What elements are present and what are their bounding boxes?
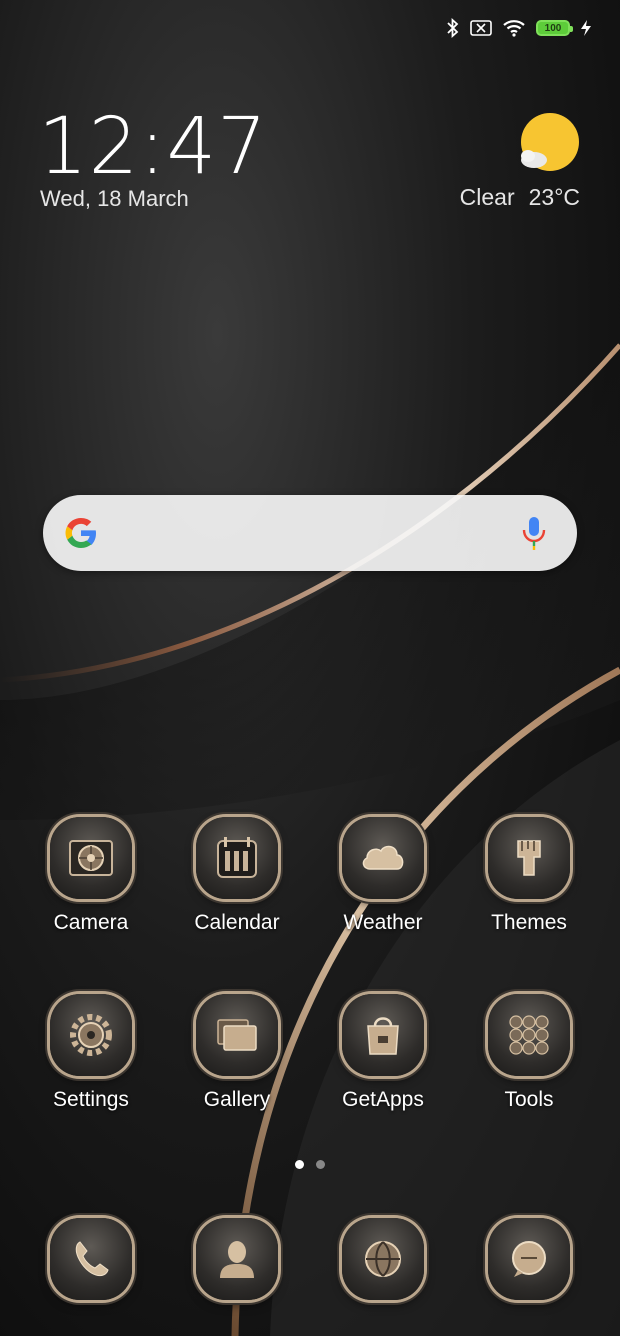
partly-cloudy-sun-icon[interactable] bbox=[518, 112, 580, 174]
dock-messaging[interactable] bbox=[469, 1218, 589, 1300]
app-label: Weather bbox=[343, 911, 423, 934]
tools-grid-icon[interactable] bbox=[488, 994, 570, 1076]
clock-time[interactable]: 12:47 bbox=[38, 102, 268, 192]
weather-summary[interactable]: Clear 23°C bbox=[460, 184, 580, 211]
browser-globe-icon[interactable] bbox=[342, 1218, 424, 1300]
camera-icon[interactable] bbox=[50, 817, 132, 899]
app-settings[interactable]: Settings bbox=[31, 994, 151, 1112]
shopping-bag-icon[interactable] bbox=[342, 994, 424, 1076]
app-themes[interactable]: Themes bbox=[469, 817, 589, 935]
gallery-icon[interactable] bbox=[196, 994, 278, 1076]
no-sim-icon bbox=[470, 19, 492, 37]
weather-condition: Clear bbox=[459, 184, 515, 210]
page-dot-2[interactable] bbox=[316, 1160, 325, 1169]
app-getapps[interactable]: GetApps bbox=[323, 994, 443, 1112]
app-label: Settings bbox=[53, 1088, 129, 1111]
dock-browser[interactable] bbox=[323, 1218, 443, 1300]
app-tools-folder[interactable]: Tools bbox=[469, 994, 589, 1112]
weather-temperature: 23°C bbox=[528, 184, 580, 210]
status-bar: 100 bbox=[446, 14, 592, 42]
app-label: Camera bbox=[53, 911, 129, 934]
app-label: Calendar bbox=[194, 911, 280, 934]
clock-date[interactable]: Wed, 18 March bbox=[40, 186, 189, 212]
page-indicator bbox=[0, 1160, 620, 1169]
paintbrush-icon[interactable] bbox=[488, 817, 570, 899]
dock-phone[interactable] bbox=[31, 1218, 151, 1300]
app-label: Gallery bbox=[203, 1088, 271, 1111]
battery-indicator: 100 bbox=[536, 20, 573, 36]
messaging-icon[interactable] bbox=[488, 1218, 570, 1300]
google-search-bar[interactable] bbox=[43, 495, 577, 571]
gear-icon[interactable] bbox=[50, 994, 132, 1076]
contacts-icon[interactable] bbox=[196, 1218, 278, 1300]
bluetooth-icon bbox=[446, 18, 460, 38]
app-label: Tools bbox=[504, 1088, 554, 1111]
app-label: Themes bbox=[491, 911, 567, 934]
app-calendar[interactable]: Calendar bbox=[177, 817, 297, 935]
calendar-icon[interactable] bbox=[196, 817, 278, 899]
page-dot-1[interactable] bbox=[295, 1160, 304, 1169]
app-gallery[interactable]: Gallery bbox=[177, 994, 297, 1112]
wifi-icon bbox=[502, 19, 526, 37]
cloud-icon[interactable] bbox=[342, 817, 424, 899]
charging-icon bbox=[580, 19, 592, 37]
dock-contacts[interactable] bbox=[177, 1218, 297, 1300]
google-logo-icon bbox=[65, 518, 96, 548]
app-label: GetApps bbox=[342, 1088, 424, 1111]
app-weather[interactable]: Weather bbox=[323, 817, 443, 935]
app-camera[interactable]: Camera bbox=[31, 817, 151, 935]
phone-icon[interactable] bbox=[50, 1218, 132, 1300]
mic-icon[interactable] bbox=[521, 515, 547, 551]
